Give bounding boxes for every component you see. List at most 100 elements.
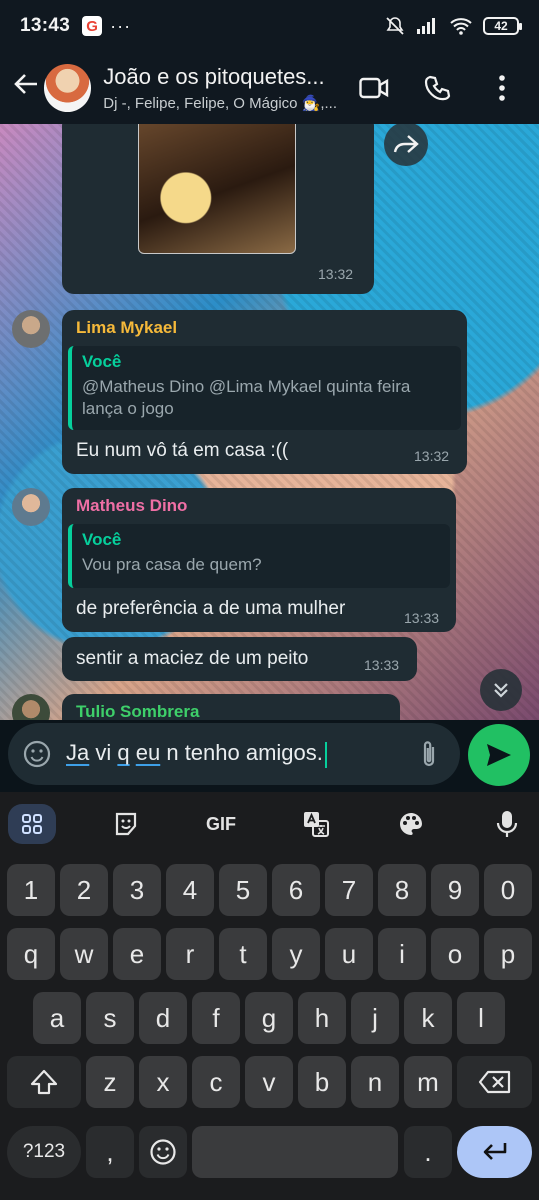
sticker-icon[interactable] bbox=[103, 804, 149, 844]
group-info[interactable]: João e os pitoquetes... Dj -, Felipe, Fe… bbox=[103, 64, 359, 112]
more-options-icon[interactable] bbox=[487, 73, 517, 103]
forward-icon[interactable] bbox=[384, 124, 428, 166]
key-s[interactable]: s bbox=[86, 992, 134, 1044]
key-p[interactable]: p bbox=[484, 928, 532, 980]
key-f[interactable]: f bbox=[192, 992, 240, 1044]
gif-button[interactable]: GIF bbox=[198, 804, 244, 844]
emoji-icon bbox=[150, 1139, 176, 1165]
draft-word: Ja bbox=[66, 740, 90, 766]
translate-icon[interactable] bbox=[293, 804, 339, 844]
key-9[interactable]: 9 bbox=[431, 864, 479, 916]
microphone-icon[interactable] bbox=[484, 804, 530, 844]
draft-text[interactable]: Ja vi q eu n tenho amigos. bbox=[66, 740, 416, 768]
apps-grid-icon[interactable] bbox=[8, 804, 56, 844]
shift-key[interactable] bbox=[7, 1056, 81, 1108]
key-3[interactable]: 3 bbox=[113, 864, 161, 916]
key-v[interactable]: v bbox=[245, 1056, 293, 1108]
message-time: 13:33 bbox=[364, 657, 400, 673]
comma-key[interactable]: , bbox=[86, 1126, 134, 1178]
key-b[interactable]: b bbox=[298, 1056, 346, 1108]
emoji-icon[interactable] bbox=[22, 739, 52, 769]
message-bubble[interactable]: Lima Mykael Você @Matheus Dino @Lima Myk… bbox=[62, 310, 467, 474]
message-bubble[interactable]: sentir a maciez de um peito 13:33 bbox=[62, 637, 417, 681]
avatar[interactable] bbox=[12, 694, 50, 720]
key-m[interactable]: m bbox=[404, 1056, 452, 1108]
palette-icon[interactable] bbox=[388, 804, 434, 844]
image-thumbnail[interactable] bbox=[138, 124, 296, 254]
video-call-icon[interactable] bbox=[359, 73, 389, 103]
message-input[interactable]: Ja vi q eu n tenho amigos. bbox=[8, 723, 460, 785]
space-key[interactable] bbox=[192, 1126, 398, 1178]
key-r[interactable]: r bbox=[166, 928, 214, 980]
key-u[interactable]: u bbox=[325, 928, 373, 980]
chat-header: João e os pitoquetes... Dj -, Felipe, Fe… bbox=[0, 52, 539, 124]
key-q[interactable]: q bbox=[7, 928, 55, 980]
sender-name[interactable]: Matheus Dino bbox=[76, 496, 187, 516]
quoted-message[interactable]: Você @Matheus Dino @Lima Mykael quinta f… bbox=[68, 346, 461, 430]
message-time: 13:32 bbox=[414, 448, 450, 464]
message-bubble[interactable]: Tulio Sombrera bbox=[62, 694, 400, 720]
more-notifications-icon: ··· bbox=[110, 15, 132, 36]
key-k[interactable]: k bbox=[404, 992, 452, 1044]
quote-author: Você bbox=[82, 530, 122, 549]
attach-icon[interactable] bbox=[416, 739, 442, 769]
key-6[interactable]: 6 bbox=[272, 864, 320, 916]
key-8[interactable]: 8 bbox=[378, 864, 426, 916]
image-message[interactable]: 13:32 bbox=[62, 124, 374, 294]
avatar[interactable] bbox=[12, 488, 50, 526]
navigation-bar bbox=[0, 1186, 539, 1200]
message-text: sentir a maciez de um peito bbox=[76, 648, 309, 669]
scroll-down-button[interactable] bbox=[480, 669, 522, 711]
draft-word: eu bbox=[135, 740, 161, 766]
key-h[interactable]: h bbox=[298, 992, 346, 1044]
key-g[interactable]: g bbox=[245, 992, 293, 1044]
key-l[interactable]: l bbox=[457, 992, 505, 1044]
key-t[interactable]: t bbox=[219, 928, 267, 980]
key-z[interactable]: z bbox=[86, 1056, 134, 1108]
key-d[interactable]: d bbox=[139, 992, 187, 1044]
key-j[interactable]: j bbox=[351, 992, 399, 1044]
quoted-message[interactable]: Você Vou pra casa de quem? bbox=[68, 524, 450, 588]
key-c[interactable]: c bbox=[192, 1056, 240, 1108]
message-time: 13:33 bbox=[404, 610, 440, 626]
key-n[interactable]: n bbox=[351, 1056, 399, 1108]
key-e[interactable]: e bbox=[113, 928, 161, 980]
send-button[interactable] bbox=[468, 724, 530, 786]
sender-name[interactable]: Lima Mykael bbox=[76, 318, 177, 338]
sender-name[interactable]: Tulio Sombrera bbox=[76, 702, 199, 720]
key-w[interactable]: w bbox=[60, 928, 108, 980]
shift-icon bbox=[30, 1069, 58, 1095]
key-i[interactable]: i bbox=[378, 928, 426, 980]
key-5[interactable]: 5 bbox=[219, 864, 267, 916]
key-4[interactable]: 4 bbox=[166, 864, 214, 916]
avatar[interactable] bbox=[12, 310, 50, 348]
period-key[interactable]: . bbox=[404, 1126, 452, 1178]
key-7[interactable]: 7 bbox=[325, 864, 373, 916]
message-bubble[interactable]: Matheus Dino Você Vou pra casa de quem? … bbox=[62, 488, 456, 632]
quote-text: @Matheus Dino @Lima Mykael quinta feira … bbox=[82, 377, 411, 418]
keyboard-toolbar: GIF bbox=[0, 804, 539, 844]
group-avatar[interactable] bbox=[43, 64, 92, 112]
group-members: Dj -, Felipe, Felipe, O Mágico 🧙‍♂️,... bbox=[103, 95, 338, 112]
emoji-key[interactable] bbox=[139, 1126, 187, 1178]
backspace-key[interactable] bbox=[457, 1056, 532, 1108]
key-y[interactable]: y bbox=[272, 928, 320, 980]
status-bar: 13:43 G ··· 42 bbox=[0, 0, 539, 52]
mute-icon bbox=[386, 17, 404, 35]
draft-word: vi bbox=[89, 740, 118, 766]
composer: Ja vi q eu n tenho amigos. bbox=[0, 720, 539, 792]
message-text: Eu num vô tá em casa :(( bbox=[76, 440, 289, 461]
key-o[interactable]: o bbox=[431, 928, 479, 980]
key-2[interactable]: 2 bbox=[60, 864, 108, 916]
key-1[interactable]: 1 bbox=[7, 864, 55, 916]
chat-area[interactable]: 13:32 Lima Mykael Você @Matheus Dino @Li… bbox=[0, 124, 539, 720]
key-x[interactable]: x bbox=[139, 1056, 187, 1108]
key-0[interactable]: 0 bbox=[484, 864, 532, 916]
enter-key[interactable] bbox=[457, 1126, 532, 1178]
key-a[interactable]: a bbox=[33, 992, 81, 1044]
message-time: 13:32 bbox=[318, 266, 354, 282]
symbols-key[interactable]: ?123 bbox=[7, 1126, 81, 1178]
wifi-icon bbox=[450, 18, 472, 35]
back-arrow-icon[interactable] bbox=[8, 70, 44, 106]
voice-call-icon[interactable] bbox=[423, 73, 453, 103]
